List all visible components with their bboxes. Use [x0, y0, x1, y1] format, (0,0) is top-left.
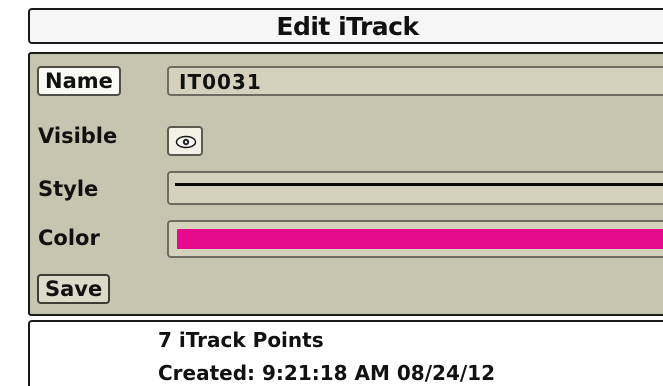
visible-toggle[interactable] [167, 126, 203, 156]
color-label: Color [38, 226, 100, 250]
dialog-title: Edit iTrack [276, 12, 419, 41]
style-line-preview [175, 183, 663, 186]
eye-icon [175, 135, 197, 149]
color-swatch [177, 229, 663, 249]
itrack-points-count: 7 iTrack Points [158, 328, 324, 352]
edit-form-panel: Name IT0031 Visible Style Color Save [28, 52, 663, 316]
name-label-button[interactable]: Name [37, 66, 121, 96]
itrack-info-panel: 7 iTrack Points Created: 9:21:18 AM 08/2… [28, 320, 663, 386]
color-field[interactable] [167, 220, 663, 258]
name-value: IT0031 [179, 70, 262, 94]
visible-label: Visible [38, 124, 118, 148]
edit-itrack-dialog: Edit iTrack Name IT0031 Visible Style Co… [28, 8, 663, 386]
name-field[interactable]: IT0031 [167, 66, 663, 96]
save-button[interactable]: Save [37, 274, 111, 304]
dialog-title-bar: Edit iTrack [28, 8, 663, 44]
style-label: Style [38, 177, 99, 201]
created-timestamp: Created: 9:21:18 AM 08/24/12 [158, 361, 495, 385]
style-field[interactable] [167, 171, 663, 205]
